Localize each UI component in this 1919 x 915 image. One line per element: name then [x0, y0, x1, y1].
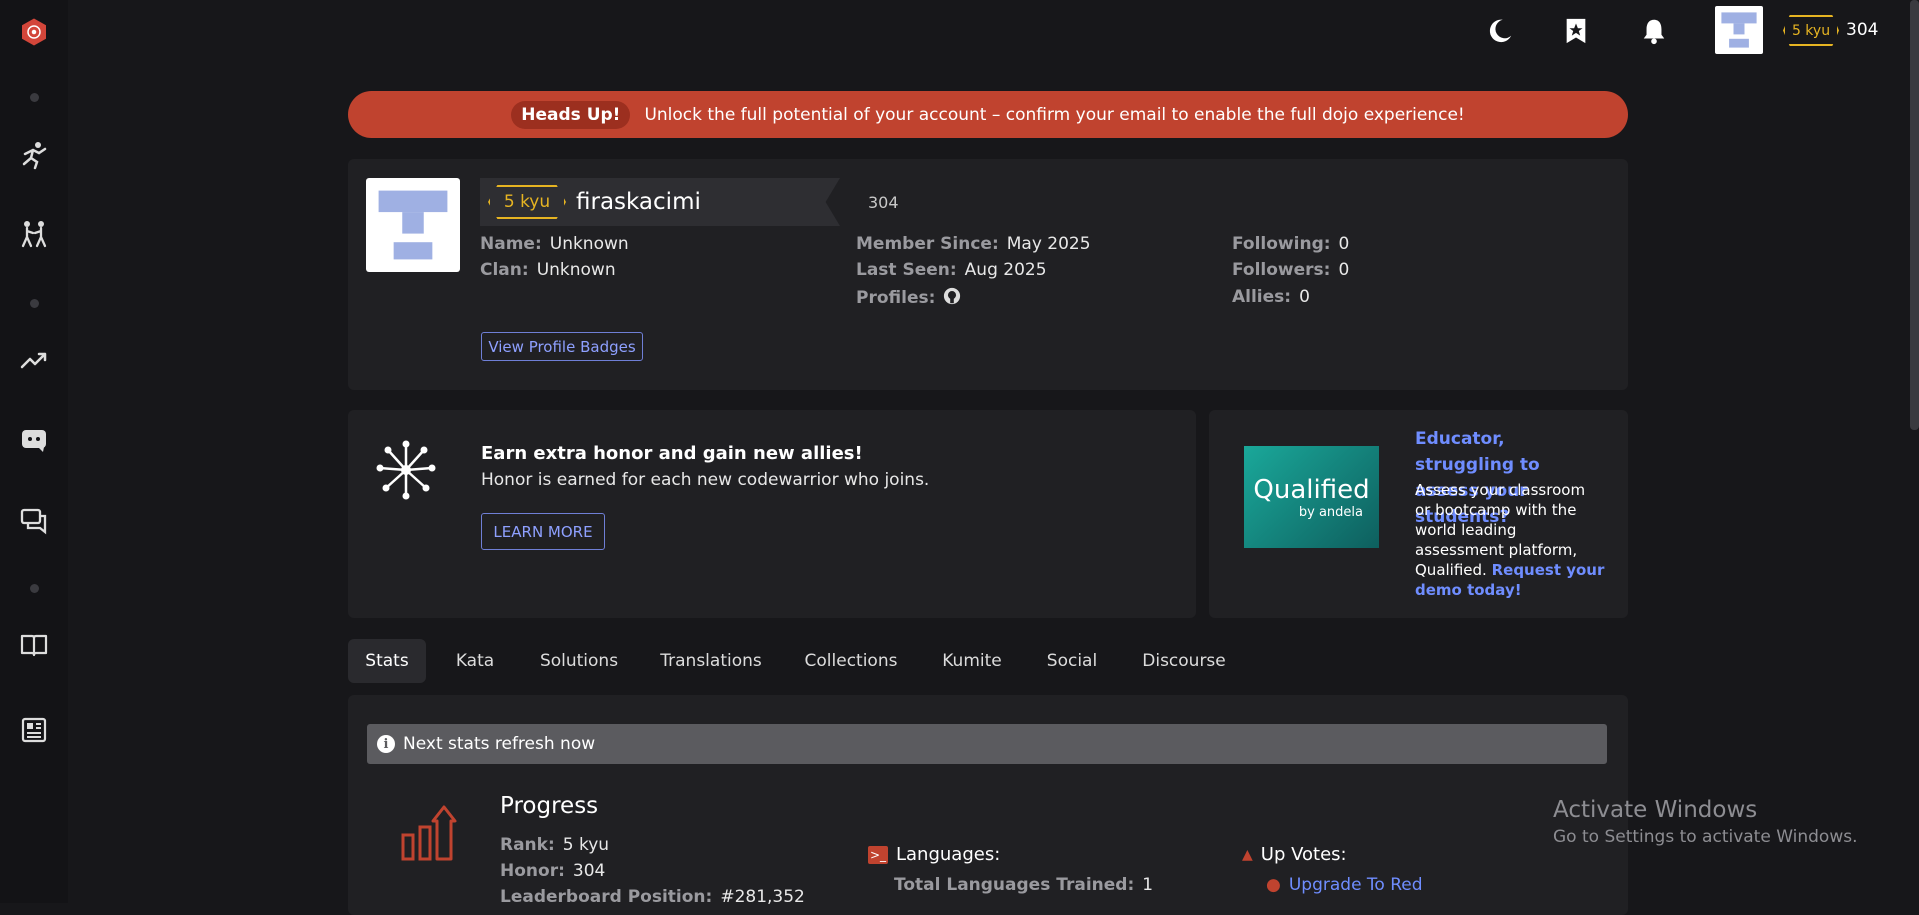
tab-translations[interactable]: Translations	[652, 639, 770, 683]
progress-title: Progress	[500, 793, 599, 819]
chat-icon[interactable]	[0, 503, 68, 539]
languages-heading: >_ Languages:	[868, 844, 1001, 865]
chevron-up-icon: ▲	[1242, 846, 1253, 863]
leaderboard-icon[interactable]	[0, 342, 68, 378]
windows-activation-watermark: Activate Windows Go to Settings to activ…	[1553, 797, 1858, 847]
following-field: Following: 0	[1232, 234, 1350, 254]
clan-field: Clan: Unknown	[480, 260, 616, 280]
banner-pill: Heads Up!	[511, 100, 631, 129]
ribbon-icon: ●	[1266, 875, 1281, 895]
network-icon	[374, 438, 438, 502]
profile-avatar	[366, 178, 460, 272]
stats-refresh-notice: i Next stats refresh now	[367, 724, 1607, 764]
bell-icon[interactable]	[1636, 13, 1672, 49]
logo-icon[interactable]	[0, 8, 68, 56]
sidebar	[0, 0, 68, 903]
tab-kumite[interactable]: Kumite	[932, 639, 1012, 683]
email-confirm-banner: Heads Up! Unlock the full potential of y…	[348, 91, 1628, 138]
honor-field: Honor: 304	[500, 861, 606, 881]
upvotes-heading: ▲ Up Votes:	[1242, 844, 1347, 865]
profile-rank-badge: 5 kyu	[488, 185, 566, 219]
learn-more-button[interactable]: LEARN MORE	[481, 513, 605, 550]
profile-panel: 5 kyu firaskacimi 304 Name: Unknown Clan:…	[348, 159, 1628, 390]
tab-kata[interactable]: Kata	[440, 639, 510, 683]
qualified-logo[interactable]: Qualified by andela	[1244, 446, 1379, 548]
promo-title: Earn extra honor and gain new allies!	[481, 443, 863, 464]
username: firaskacimi	[576, 189, 701, 215]
member-since-field: Member Since: May 2025	[856, 234, 1091, 254]
topbar-rank-badge[interactable]: 5 kyu	[1782, 14, 1840, 47]
sidebar-separator	[0, 298, 68, 308]
profiles-field: Profiles:	[856, 287, 961, 309]
train-icon[interactable]	[0, 137, 68, 173]
promo-subtitle: Honor is earned for each new codewarrior…	[481, 470, 930, 490]
total-languages-field: Total Languages Trained: 1	[894, 875, 1154, 895]
last-seen-field: Last Seen: Aug 2025	[856, 260, 1047, 280]
profile-honor: 304	[868, 192, 899, 212]
moon-icon[interactable]	[1482, 13, 1518, 49]
followers-field: Followers: 0	[1232, 260, 1350, 280]
username-row: 5 kyu firaskacimi	[488, 185, 701, 219]
stats-panel: i Next stats refresh now Progress Rank: 5…	[348, 695, 1628, 915]
rank-field: Rank: 5 kyu	[500, 835, 610, 855]
tab-solutions[interactable]: Solutions	[530, 639, 628, 683]
sidebar-separator	[0, 583, 68, 593]
tab-social[interactable]: Social	[1040, 639, 1104, 683]
practice-icon[interactable]	[0, 216, 68, 252]
qualified-ad-panel: Qualified by andela Educator, struggling…	[1209, 410, 1628, 618]
info-icon: i	[377, 735, 395, 753]
allies-field: Allies: 0	[1232, 287, 1310, 307]
docs-icon[interactable]	[0, 627, 68, 663]
leaderboard-field: Leaderboard Position: #281,352	[500, 887, 805, 907]
scrollbar[interactable]	[1910, 0, 1919, 430]
topbar-honor: 304	[1846, 20, 1879, 40]
rank-label: 5 kyu	[1783, 15, 1839, 46]
sidebar-separator	[0, 92, 68, 102]
ad-body: Assess your classroom or bootcamp with t…	[1415, 481, 1605, 599]
avatar[interactable]	[1715, 6, 1763, 54]
upgrade-link[interactable]: Upgrade To Red	[1289, 875, 1423, 895]
view-profile-badges-button[interactable]: View Profile Badges	[481, 332, 643, 361]
terminal-icon: >_	[868, 845, 888, 864]
tab-stats[interactable]: Stats	[348, 639, 426, 683]
name-field: Name: Unknown	[480, 234, 629, 254]
news-icon[interactable]	[0, 712, 68, 748]
banner-message: Unlock the full potential of your accoun…	[644, 104, 1465, 125]
upgrade-row: ● Upgrade To Red	[1266, 875, 1423, 895]
bookmark-star-icon[interactable]	[1558, 13, 1594, 49]
referral-promo-panel: Earn extra honor and gain new allies! Ho…	[348, 410, 1196, 618]
tab-discourse[interactable]: Discourse	[1136, 639, 1232, 683]
discord-icon[interactable]	[0, 422, 68, 458]
progress-chart-icon	[400, 803, 466, 863]
github-icon[interactable]	[943, 287, 961, 309]
tab-collections[interactable]: Collections	[796, 639, 906, 683]
